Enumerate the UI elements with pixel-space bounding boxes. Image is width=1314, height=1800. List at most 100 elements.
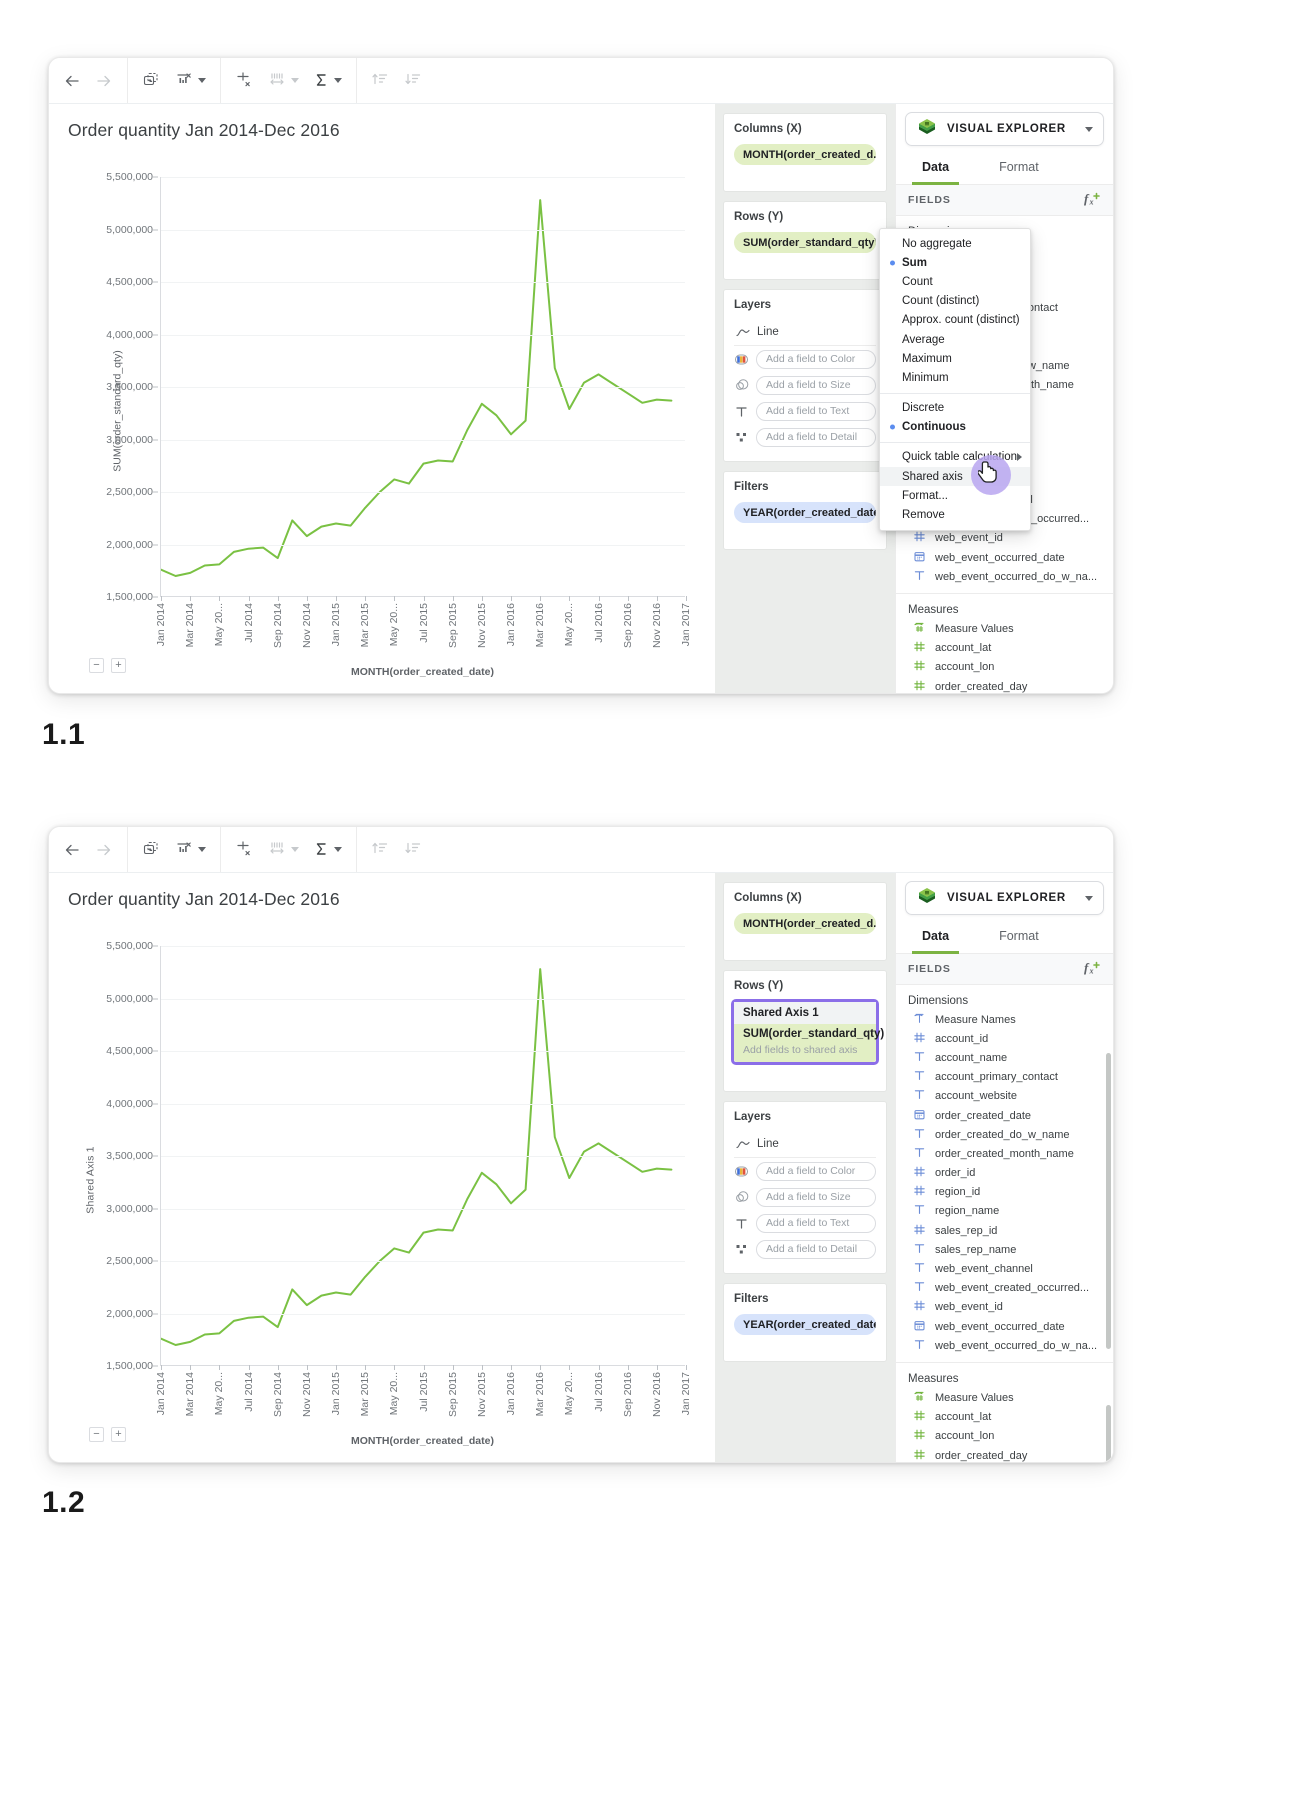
shared-axis-pill[interactable]: SUM(order_standard_qty) (734, 1024, 876, 1042)
visual-explorer-chip[interactable]: VISUAL EXPLORER (905, 112, 1104, 146)
menu-item-remove[interactable]: Remove (880, 505, 1030, 524)
totals-sigma-icon[interactable] (313, 68, 342, 94)
add-calculation-icon[interactable]: fx (1084, 960, 1101, 978)
menu-item-format[interactable]: Format... (880, 486, 1030, 505)
clear-chart-icon[interactable] (175, 68, 206, 94)
field-row[interactable]: account_primary_contact (896, 1068, 1113, 1087)
menu-item-minimum[interactable]: Minimum (880, 368, 1030, 387)
field-row[interactable]: region_id (896, 1183, 1113, 1202)
zoom-out-button[interactable]: − (89, 1427, 104, 1442)
rows-pill[interactable]: SUM(order_standard_qty) (734, 232, 876, 253)
tab-format[interactable]: Format (989, 153, 1049, 185)
columns-dropzone[interactable] (734, 165, 876, 180)
filters-dropzone[interactable] (734, 1335, 876, 1350)
add-calculation-icon[interactable]: fx (1084, 191, 1101, 209)
field-row[interactable]: Measure Values (896, 1388, 1113, 1407)
field-row[interactable]: web_event_occurred_date (896, 548, 1113, 567)
back-arrow-icon[interactable] (63, 837, 81, 863)
zoom-out-button[interactable]: − (89, 658, 104, 673)
sort-ascending-icon[interactable] (371, 68, 390, 94)
color-dropzone[interactable]: Add a field to Color (756, 1162, 876, 1181)
menu-item-approx-count-distinct[interactable]: Approx. count (distinct) (880, 311, 1030, 330)
swap-axes-icon[interactable] (235, 837, 254, 863)
field-row[interactable]: Measure Values (896, 619, 1113, 638)
tab-data[interactable]: Data (912, 922, 959, 954)
menu-item-count[interactable]: Count (880, 272, 1030, 291)
menu-item-no-aggregate[interactable]: No aggregate (880, 234, 1030, 253)
menu-item-maximum[interactable]: Maximum (880, 349, 1030, 368)
measures-scrollbar[interactable] (1106, 1405, 1111, 1463)
field-row[interactable]: account_website (896, 1087, 1113, 1106)
field-row[interactable]: web_event_channel (896, 1259, 1113, 1278)
filters-dropzone[interactable] (734, 523, 876, 538)
field-row[interactable]: order_created_date (896, 1106, 1113, 1125)
size-dropzone[interactable]: Add a field to Size (756, 1188, 876, 1207)
x-tick-mark (540, 596, 541, 601)
rows-dropzone[interactable] (734, 253, 876, 268)
menu-item-continuous[interactable]: Continuous (880, 418, 1030, 437)
chevron-down-icon[interactable] (1085, 896, 1093, 901)
shared-axis-hint[interactable]: Add fields to shared axis (734, 1042, 876, 1056)
menu-item-count-distinct[interactable]: Count (distinct) (880, 292, 1030, 311)
layer-type-row[interactable]: Line (734, 1132, 876, 1158)
text-dropzone[interactable]: Add a field to Text (756, 402, 876, 421)
add-sheet-icon[interactable] (142, 837, 161, 863)
totals-sigma-icon[interactable] (313, 837, 342, 863)
field-row[interactable]: web_event_id (896, 1298, 1113, 1317)
field-row[interactable]: web_event_id (896, 529, 1113, 548)
field-row[interactable]: order_id (896, 1164, 1113, 1183)
tab-format[interactable]: Format (989, 922, 1049, 954)
field-row[interactable]: web_event_created_occurred... (896, 1279, 1113, 1298)
swap-axes-icon[interactable] (235, 68, 254, 94)
field-row[interactable]: region_name (896, 1202, 1113, 1221)
forward-arrow-icon[interactable] (95, 837, 113, 863)
sort-descending-icon[interactable] (404, 837, 423, 863)
menu-item-average[interactable]: Average (880, 330, 1030, 349)
zoom-in-button[interactable]: + (111, 1427, 126, 1442)
field-row[interactable]: order_created_month_name (896, 1144, 1113, 1163)
forward-arrow-icon[interactable] (95, 68, 113, 94)
visual-explorer-chip[interactable]: VISUAL EXPLORER (905, 881, 1104, 915)
field-row[interactable]: Measure Names (896, 1010, 1113, 1029)
color-dropzone[interactable]: Add a field to Color (756, 350, 876, 369)
add-sheet-icon[interactable] (142, 68, 161, 94)
back-arrow-icon[interactable] (63, 68, 81, 94)
chevron-down-icon[interactable] (1085, 127, 1093, 132)
sort-descending-icon[interactable] (404, 68, 423, 94)
size-dropzone[interactable]: Add a field to Size (756, 376, 876, 395)
field-row[interactable]: order_created_day (896, 1446, 1113, 1463)
zoom-in-button[interactable]: + (111, 658, 126, 673)
filters-pill[interactable]: YEAR(order_created_date) (734, 1314, 876, 1335)
menu-item-discrete[interactable]: Discrete (880, 399, 1030, 418)
distribution-icon[interactable] (268, 68, 299, 94)
field-row[interactable]: account_lon (896, 658, 1113, 677)
field-row[interactable]: sales_rep_id (896, 1221, 1113, 1240)
sort-ascending-icon[interactable] (371, 837, 390, 863)
field-row[interactable]: account_id (896, 1029, 1113, 1048)
field-row[interactable]: account_name (896, 1048, 1113, 1067)
shared-axis-header[interactable]: Shared Axis 1 (734, 1002, 876, 1024)
field-row[interactable]: sales_rep_name (896, 1240, 1113, 1259)
text-dropzone[interactable]: Add a field to Text (756, 1214, 876, 1233)
columns-pill[interactable]: MONTH(order_created_d... (734, 144, 876, 165)
field-row[interactable]: web_event_occurred_date (896, 1317, 1113, 1336)
field-row[interactable]: order_created_day (896, 677, 1113, 694)
detail-dropzone[interactable]: Add a field to Detail (756, 1240, 876, 1259)
tab-data[interactable]: Data (912, 153, 959, 185)
layer-type-row[interactable]: Line (734, 320, 876, 346)
filters-pill[interactable]: YEAR(order_created_date) (734, 502, 876, 523)
dimensions-scrollbar[interactable] (1106, 1053, 1111, 1349)
clear-chart-icon[interactable] (175, 837, 206, 863)
menu-item-sum[interactable]: Sum (880, 253, 1030, 272)
field-row[interactable]: order_created_do_w_name (896, 1125, 1113, 1144)
rows-dropzone[interactable] (734, 1065, 876, 1080)
field-row[interactable]: account_lat (896, 1408, 1113, 1427)
field-row[interactable]: web_event_occurred_do_w_na... (896, 567, 1113, 586)
field-row[interactable]: web_event_occurred_do_w_na... (896, 1336, 1113, 1355)
columns-pill[interactable]: MONTH(order_created_d... (734, 913, 876, 934)
field-row[interactable]: account_lon (896, 1427, 1113, 1446)
detail-dropzone[interactable]: Add a field to Detail (756, 428, 876, 447)
field-row[interactable]: account_lat (896, 639, 1113, 658)
columns-dropzone[interactable] (734, 934, 876, 949)
distribution-icon[interactable] (268, 837, 299, 863)
